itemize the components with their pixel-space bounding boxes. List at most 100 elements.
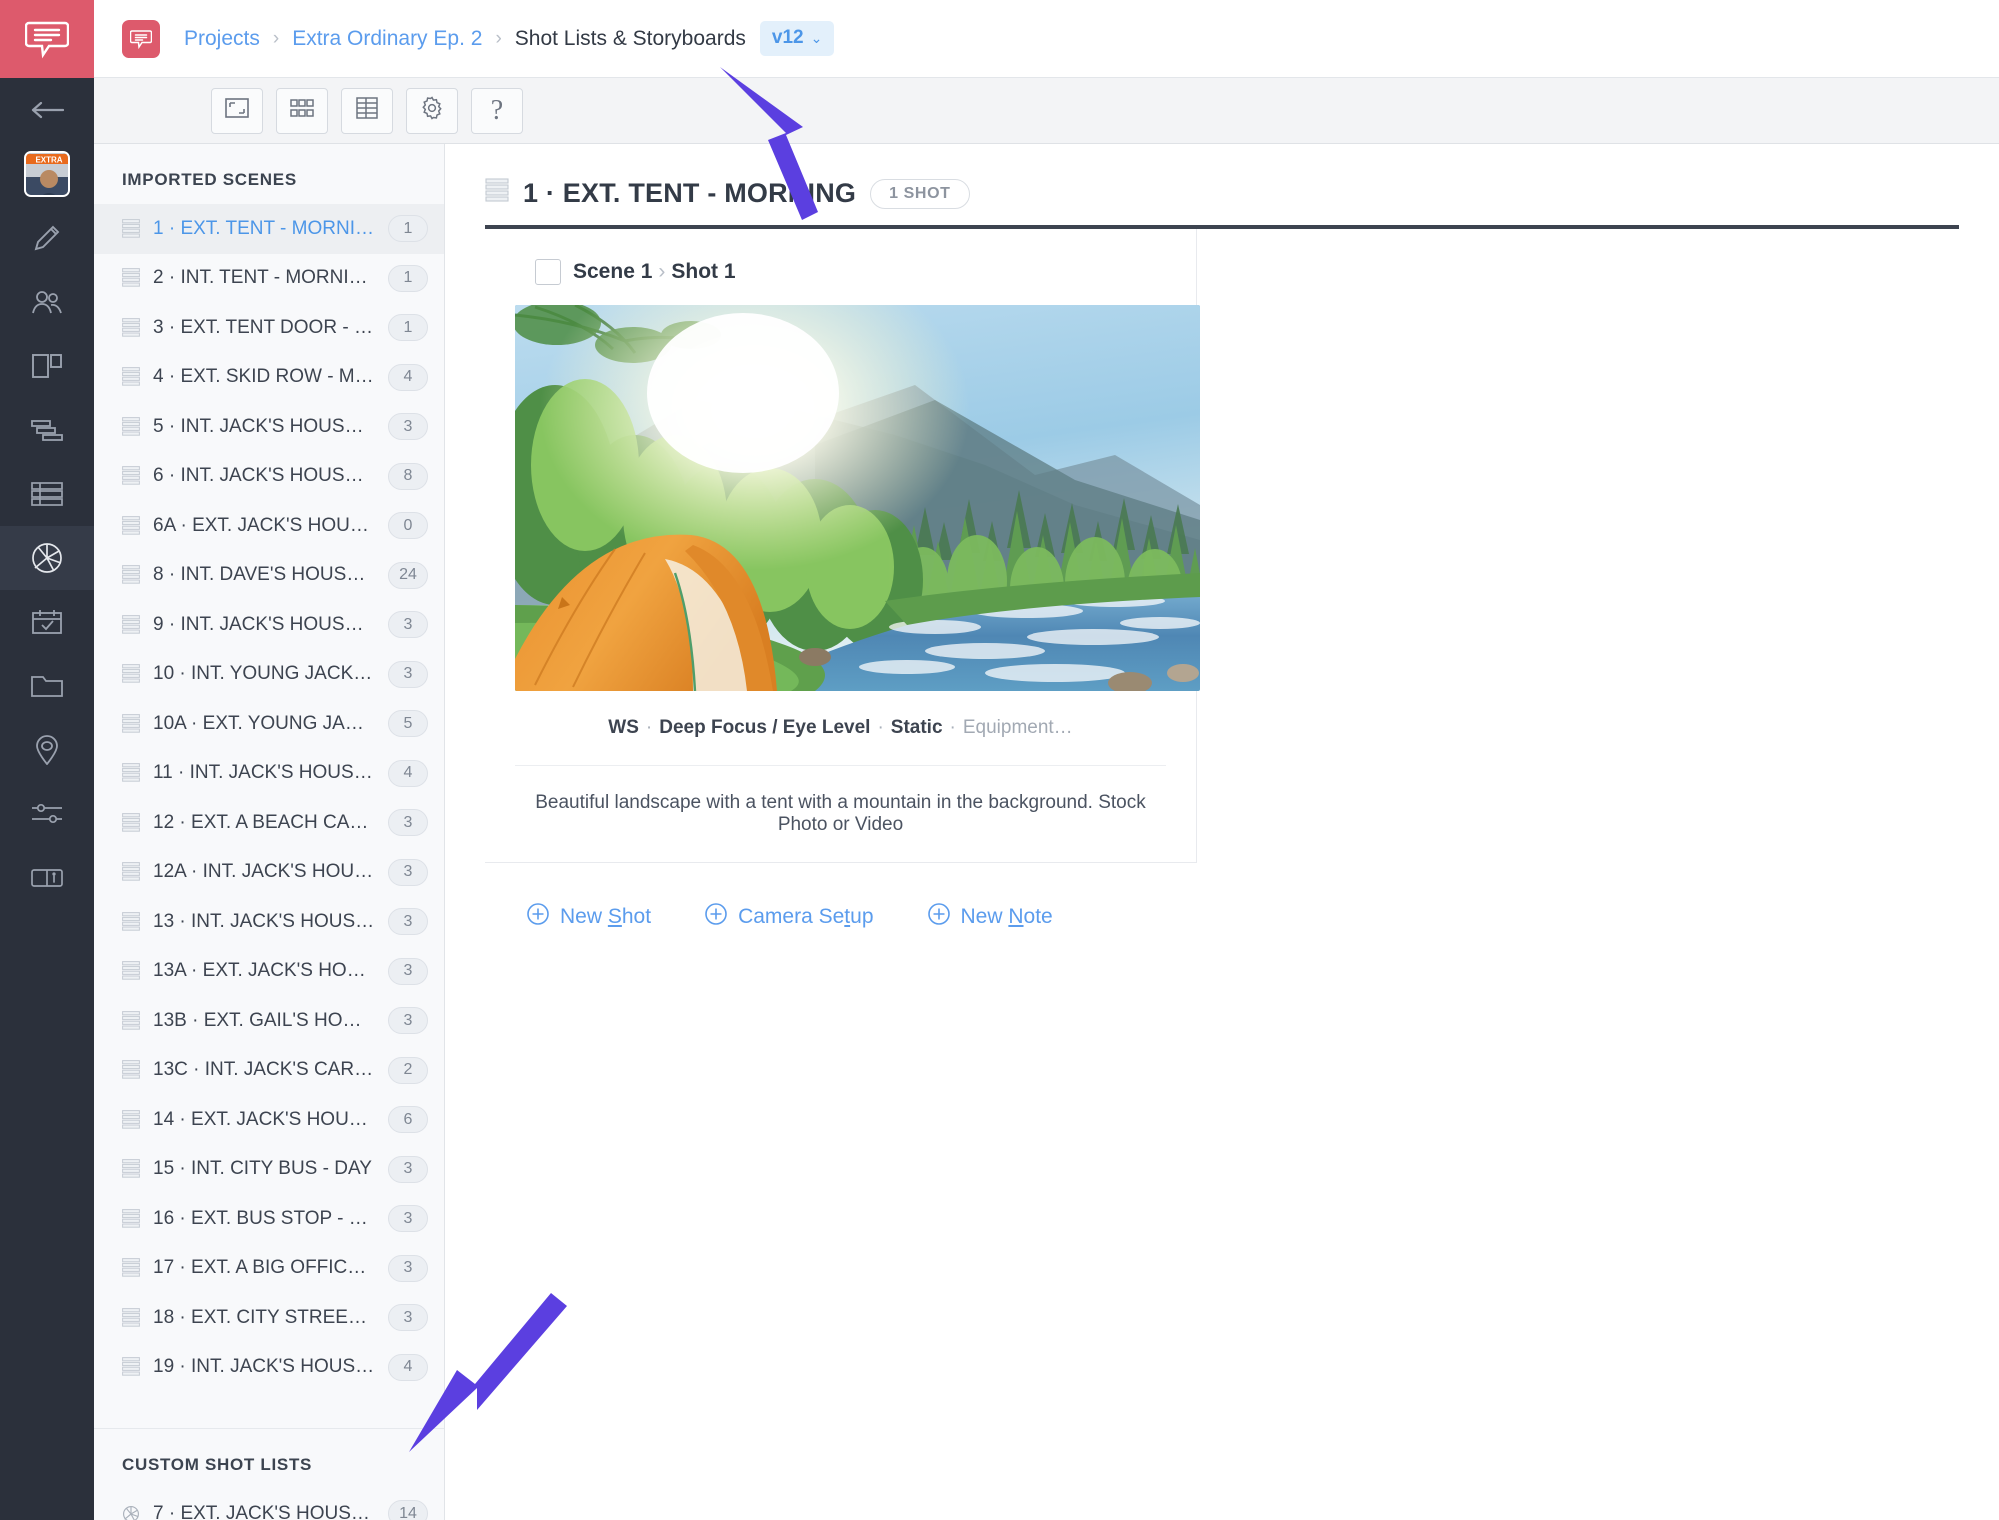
pencil-icon: [32, 223, 62, 253]
scene-list-item[interactable]: 10 · INT. YOUNG JACK'S HOUS… 3: [94, 650, 444, 700]
meta-dot: ·: [949, 717, 956, 738]
scene-label: 12 · EXT. A BEACH CAFE - DAY: [153, 811, 375, 833]
scene-list-item[interactable]: 1 · EXT. TENT - MORNING 1: [94, 204, 444, 254]
table-view-button[interactable]: [341, 87, 393, 134]
shot-select-checkbox[interactable]: [535, 259, 561, 285]
plus-circle-icon: [527, 903, 549, 931]
sidebar-item-sliders[interactable]: [0, 782, 94, 846]
app-root: EXTRA Projects › Extra Ordinary Ep. 2 › …: [0, 0, 1999, 1520]
scene-list-item[interactable]: 9 · INT. JACK'S HOUSE/KITCHE… 3: [94, 600, 444, 650]
scene-list-panel: IMPORTED SCENES 1 · EXT. TENT - MORNING 1…: [94, 144, 445, 1520]
scene-list-scroll[interactable]: IMPORTED SCENES 1 · EXT. TENT - MORNING 1…: [94, 144, 444, 1520]
scene-list-item[interactable]: 13C · INT. JACK'S CAR - DAY 2: [94, 1046, 444, 1096]
script-lines-icon: [122, 1109, 140, 1130]
sidebar-item-calendar[interactable]: [0, 590, 94, 654]
settings-button[interactable]: [406, 87, 458, 134]
scene-list-item[interactable]: 2 · INT. TENT - MORNING 1: [94, 254, 444, 304]
scene-list-item[interactable]: 3 · EXT. TENT DOOR - MORNING 1: [94, 303, 444, 353]
grid-view-button[interactable]: [276, 87, 328, 134]
scene-label: 6A · EXT. JACK'S HOUSE/PORC…: [153, 514, 375, 536]
scene-list-item[interactable]: 19 · INT. JACK'S HOUSE/LIVING… 4: [94, 1343, 444, 1393]
storyboard-view-button[interactable]: [211, 87, 263, 134]
shot-thumbnail-image[interactable]: [515, 305, 1200, 691]
script-lines-icon: [122, 961, 140, 981]
scene-list-item[interactable]: 17 · EXT. A BIG OFFICE BUILDI… 3: [94, 1244, 444, 1294]
script-lines-icon: [122, 1208, 140, 1229]
camera-setup-label: Camera Setup: [738, 905, 874, 928]
scene-shot-count: 3: [388, 1205, 428, 1233]
scene-list-item[interactable]: 8 · INT. DAVE'S HOUSE/KITCHE… 24: [94, 551, 444, 601]
sidebar-item-cast-crew[interactable]: [0, 270, 94, 334]
table-columns-icon: [356, 97, 378, 124]
script-lines-icon: [122, 317, 140, 338]
scene-shot-count: 3: [388, 1254, 428, 1282]
sidebar-item-shot-lists[interactable]: [0, 526, 94, 590]
breadcrumb: Projects › Extra Ordinary Ep. 2 › Shot L…: [184, 21, 835, 56]
version-label: v12: [771, 27, 804, 48]
scene-shot-count: 1: [388, 264, 428, 292]
breadcrumb-projects[interactable]: Projects: [184, 27, 260, 51]
new-shot-button[interactable]: New Shot: [527, 903, 651, 931]
sidebar-item-schedule[interactable]: [0, 398, 94, 462]
scene-list-item[interactable]: 14 · EXT. JACK'S HOUSE/DRIVE… 6: [94, 1095, 444, 1145]
script-lines-icon: [122, 218, 140, 239]
grid-icon: [290, 99, 314, 122]
scene-shot-count: 1: [388, 314, 428, 342]
breadcrumb-project[interactable]: Extra Ordinary Ep. 2: [292, 27, 482, 51]
sidebar-item-project-thumb[interactable]: EXTRA: [0, 142, 94, 206]
sidebar-item-help-book[interactable]: [0, 846, 94, 910]
scene-label: 4 · EXT. SKID ROW - MORNING: [153, 366, 375, 388]
scene-list-item[interactable]: 13B · EXT. GAIL'S HOUSE/GAR… 3: [94, 996, 444, 1046]
camera-setup-button[interactable]: Camera Setup: [705, 903, 874, 931]
scene-list-item[interactable]: 12 · EXT. A BEACH CAFE - DAY 3: [94, 798, 444, 848]
scene-list-item[interactable]: 6 · INT. JACK'S HOUSE/KITCHE… 8: [94, 452, 444, 502]
scene-list-item[interactable]: 11 · INT. JACK'S HOUSE/LIVING… 4: [94, 749, 444, 799]
sidebar-item-write[interactable]: [0, 206, 94, 270]
plus-circle-icon: [927, 903, 950, 931]
scene-list-item[interactable]: 12A · INT. JACK'S HOUSE/LIVIN… 3: [94, 848, 444, 898]
scene-shot-count: 3: [388, 1155, 428, 1183]
scene-label: 19 · INT. JACK'S HOUSE/LIVING…: [153, 1356, 375, 1378]
sidebar-item-stripboard[interactable]: [0, 462, 94, 526]
shot-count-badge: 1 SHOT: [870, 178, 970, 209]
shot-scene-label: Scene 1: [573, 260, 653, 283]
scene-label: 14 · EXT. JACK'S HOUSE/DRIVE…: [153, 1108, 375, 1130]
shot-movement: Static: [890, 717, 943, 738]
scene-list-item[interactable]: 13 · INT. JACK'S HOUSE/BEDR… 3: [94, 897, 444, 947]
custom-shot-lists-section: CUSTOM SHOT LISTS 7 · EXT. JACK'S HOUSE/…: [94, 1428, 444, 1520]
main-panel: 1 · EXT. TENT - MORNING 1 SHOT Scene 1 › S…: [445, 144, 1999, 1520]
custom-shot-list-item[interactable]: 7 · EXT. JACK'S HOUSE/PORCH … 14: [94, 1489, 444, 1520]
scene-list-item[interactable]: 13A · EXT. JACK'S HOUSE/DRIV… 3: [94, 947, 444, 997]
sidebar-item-files[interactable]: [0, 654, 94, 718]
scene-list-item[interactable]: 10A · EXT. YOUNG JACK'S HOU… 5: [94, 699, 444, 749]
scene-list-item[interactable]: 5 · INT. JACK'S HOUSE/BEDRO… 3: [94, 402, 444, 452]
breadcrumb-current: Shot Lists & Storyboards: [514, 26, 746, 50]
scene-list-item[interactable]: 4 · EXT. SKID ROW - MORNING 4: [94, 353, 444, 403]
brand-mark-button[interactable]: [122, 19, 160, 58]
scene-shot-count: 6: [388, 1106, 428, 1134]
sidebar-item-locations[interactable]: [0, 718, 94, 782]
version-badge[interactable]: v12 ⌄: [759, 21, 835, 56]
folder-icon: [31, 674, 63, 698]
shot-card[interactable]: Scene 1 › Shot 1 WS · Deep Focus / Eye L…: [485, 229, 1200, 863]
gear-icon: [420, 96, 444, 125]
scene-shot-count: 5: [388, 710, 428, 738]
scene-list-item[interactable]: 18 · EXT. CITY STREETS - DAY 3: [94, 1293, 444, 1343]
scene-list-item[interactable]: 6A · EXT. JACK'S HOUSE/PORC… 0: [94, 501, 444, 551]
scene-header: 1 · EXT. TENT - MORNING 1 SHOT: [485, 178, 1959, 209]
new-note-button[interactable]: New Note: [927, 903, 1053, 931]
aperture-icon: [30, 541, 64, 575]
shot-equipment[interactable]: Equipment…: [963, 717, 1073, 738]
scene-list-item[interactable]: 16 · EXT. BUS STOP - DAY 3: [94, 1194, 444, 1244]
scene-label: 8 · INT. DAVE'S HOUSE/KITCHE…: [153, 564, 375, 586]
help-button[interactable]: ?: [471, 87, 523, 134]
scene-list-item[interactable]: 15 · INT. CITY BUS - DAY 3: [94, 1145, 444, 1195]
app-logo[interactable]: [0, 0, 94, 78]
script-lines-icon: [485, 178, 509, 209]
scene-label: 12A · INT. JACK'S HOUSE/LIVIN…: [153, 861, 375, 883]
sidebar-item-breakdown[interactable]: [0, 334, 94, 398]
scene-label: 13C · INT. JACK'S CAR - DAY: [153, 1059, 375, 1081]
stacked-bars-icon: [31, 419, 63, 441]
shot-focus: Deep Focus / Eye Level: [659, 717, 871, 738]
sidebar-item-back[interactable]: [0, 78, 94, 142]
